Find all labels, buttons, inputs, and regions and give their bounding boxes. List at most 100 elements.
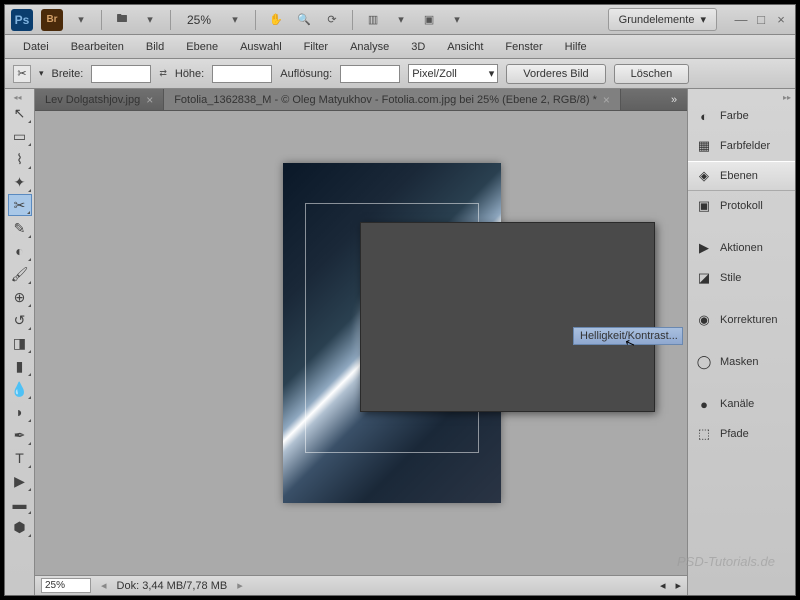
panel-ebenen[interactable]: ◈Ebenen <box>688 161 795 191</box>
document-tabs: Lev Dolgatshjov.jpg × Fotolia_1362838_M … <box>35 89 687 111</box>
tab-overflow-button[interactable]: » <box>661 89 687 110</box>
dropdown-icon[interactable]: ▾ <box>39 68 44 79</box>
zoom-input[interactable] <box>41 578 91 593</box>
clear-button[interactable]: Löschen <box>614 64 690 84</box>
zoom-tool-icon[interactable]: 🔍 <box>294 10 314 30</box>
panel-korrekturen[interactable]: ◉Korrekturen <box>688 305 795 335</box>
chevron-left-icon[interactable]: ◂ <box>101 579 107 592</box>
options-bar: ✂ ▾ Breite: ⇄ Höhe: Auflösung: Pixel/Zol… <box>5 59 795 89</box>
lasso-tool[interactable]: ⌇ <box>8 148 32 170</box>
dropdown-icon[interactable]: ▾ <box>71 10 91 30</box>
photoshop-logo-icon[interactable]: Ps <box>11 9 33 31</box>
menu-fenster[interactable]: Fenster <box>495 37 552 57</box>
menu-3d[interactable]: 3D <box>401 37 435 57</box>
minimize-button[interactable]: — <box>733 13 749 27</box>
dropdown-icon[interactable]: ▾ <box>225 10 245 30</box>
shape-tool[interactable]: ▬ <box>8 493 32 515</box>
zoom-display[interactable]: 25% <box>181 11 217 29</box>
menu-auswahl[interactable]: Auswahl <box>230 37 292 57</box>
height-input[interactable] <box>212 65 272 83</box>
channels-icon: ● <box>696 396 712 412</box>
panel-aktionen[interactable]: ▶Aktionen <box>688 233 795 263</box>
scroll-right-icon[interactable]: ▸ <box>675 579 681 592</box>
panel-stile[interactable]: ◪ Stile <box>688 263 795 293</box>
layers-icon: ◈ <box>696 168 712 184</box>
tab-label: Fotolia_1362838_M - © Oleg Matyukhov - F… <box>174 94 597 106</box>
app-window: Ps Br ▾ 🖿 ▾ 25% ▾ ✋ 🔍 ⟳ ▥ ▾ ▣ ▾ Grundele… <box>4 4 796 596</box>
workspace-selector[interactable]: Grundelemente ▾ <box>608 8 717 31</box>
styles-icon: ◪ <box>696 270 712 286</box>
dropdown-icon: ▾ <box>489 67 495 80</box>
resolution-input[interactable] <box>340 65 400 83</box>
titlebar: Ps Br ▾ 🖿 ▾ 25% ▾ ✋ 🔍 ⟳ ▥ ▾ ▣ ▾ Grundele… <box>5 5 795 35</box>
screen-mode-icon[interactable]: ▣ <box>419 10 439 30</box>
document-tab[interactable]: Lev Dolgatshjov.jpg × <box>35 89 164 110</box>
tab-label: Lev Dolgatshjov.jpg <box>45 94 140 106</box>
panel-label: Kanäle <box>720 398 754 410</box>
menu-filter[interactable]: Filter <box>294 37 338 57</box>
main-area: ◂◂ ↖ ▭ ⌇ ✦ ✂ ✎ ◐ 🖌 ⊕ ↺ ◨ ▮ 💧 ◗ ✒ T ▶ ▬ ⬢… <box>5 89 795 595</box>
eraser-tool[interactable]: ◨ <box>8 332 32 354</box>
crop-tool[interactable]: ✂ <box>8 194 32 216</box>
close-button[interactable]: × <box>773 13 789 27</box>
dropdown-icon: ▾ <box>700 13 706 26</box>
history-brush-tool[interactable]: ↺ <box>8 309 32 331</box>
move-tool[interactable]: ↖ <box>8 102 32 124</box>
dodge-tool[interactable]: ◗ <box>8 401 32 423</box>
close-icon[interactable]: × <box>146 93 153 107</box>
path-selection-tool[interactable]: ▶ <box>8 470 32 492</box>
dropdown-icon[interactable]: ▾ <box>447 10 467 30</box>
document-tab[interactable]: Fotolia_1362838_M - © Oleg Matyukhov - F… <box>164 89 621 110</box>
panel-masken[interactable]: ◯Masken <box>688 347 795 377</box>
front-image-button[interactable]: Vorderes Bild <box>506 64 605 84</box>
menu-ebene[interactable]: Ebene <box>176 37 228 57</box>
menu-ansicht[interactable]: Ansicht <box>437 37 493 57</box>
panel-label: Pfade <box>720 428 749 440</box>
panel-pfade[interactable]: ⬚Pfade <box>688 419 795 449</box>
scroll-left-icon[interactable]: ◂ <box>660 579 666 592</box>
close-icon[interactable]: × <box>603 93 610 107</box>
gradient-tool[interactable]: ▮ <box>8 355 32 377</box>
brush-tool[interactable]: 🖌 <box>8 263 32 285</box>
history-icon[interactable]: 🖿 <box>112 10 132 30</box>
panel-kanaele[interactable]: ● Kanäle <box>688 389 795 419</box>
panel-label: Stile <box>720 272 741 284</box>
type-tool[interactable]: T <box>8 447 32 469</box>
width-input[interactable] <box>91 65 151 83</box>
hand-tool-icon[interactable]: ✋ <box>266 10 286 30</box>
panel-collapse-icon[interactable]: ▸▸ <box>688 93 795 101</box>
right-panel-dock: ▸▸ ◐Farbe ▦Farbfelder ◈Ebenen ▣Protokoll… <box>687 89 795 595</box>
dropdown-icon[interactable]: ▾ <box>391 10 411 30</box>
clone-stamp-tool[interactable]: ⊕ <box>8 286 32 308</box>
marquee-tool[interactable]: ▭ <box>8 125 32 147</box>
healing-brush-tool[interactable]: ◐ <box>8 240 32 262</box>
width-label: Breite: <box>52 68 84 80</box>
bridge-logo-icon[interactable]: Br <box>41 9 63 31</box>
menu-datei[interactable]: Datei <box>13 37 59 57</box>
panel-protokoll[interactable]: ▣Protokoll <box>688 191 795 221</box>
3d-tool[interactable]: ⬢ <box>8 516 32 538</box>
eyedropper-tool[interactable]: ✎ <box>8 217 32 239</box>
pen-tool[interactable]: ✒ <box>8 424 32 446</box>
flyout-panel[interactable] <box>360 222 655 412</box>
unit-select[interactable]: Pixel/Zoll ▾ <box>408 64 498 83</box>
rotate-view-icon[interactable]: ⟳ <box>322 10 342 30</box>
blur-tool[interactable]: 💧 <box>8 378 32 400</box>
context-menu-item[interactable]: Helligkeit/Kontrast... <box>573 327 683 345</box>
swap-dimensions-icon[interactable]: ⇄ <box>159 68 167 79</box>
menu-hilfe[interactable]: Hilfe <box>555 37 597 57</box>
menu-analyse[interactable]: Analyse <box>340 37 399 57</box>
panel-collapse-icon[interactable]: ◂◂ <box>13 93 25 101</box>
maximize-button[interactable]: □ <box>753 13 769 27</box>
crop-tool-preset-icon[interactable]: ✂ <box>13 65 31 83</box>
panel-label: Farbfelder <box>720 140 770 152</box>
menu-bild[interactable]: Bild <box>136 37 174 57</box>
dropdown-icon[interactable]: ▾ <box>140 10 160 30</box>
chevron-right-icon[interactable]: ▸ <box>237 579 243 592</box>
menu-bearbeiten[interactable]: Bearbeiten <box>61 37 134 57</box>
panel-farbfelder[interactable]: ▦Farbfelder <box>688 131 795 161</box>
magic-wand-tool[interactable]: ✦ <box>8 171 32 193</box>
arrange-docs-icon[interactable]: ▥ <box>363 10 383 30</box>
panel-farbe[interactable]: ◐Farbe <box>688 101 795 131</box>
doc-size-label: Dok: 3,44 MB/7,78 MB <box>117 580 228 592</box>
